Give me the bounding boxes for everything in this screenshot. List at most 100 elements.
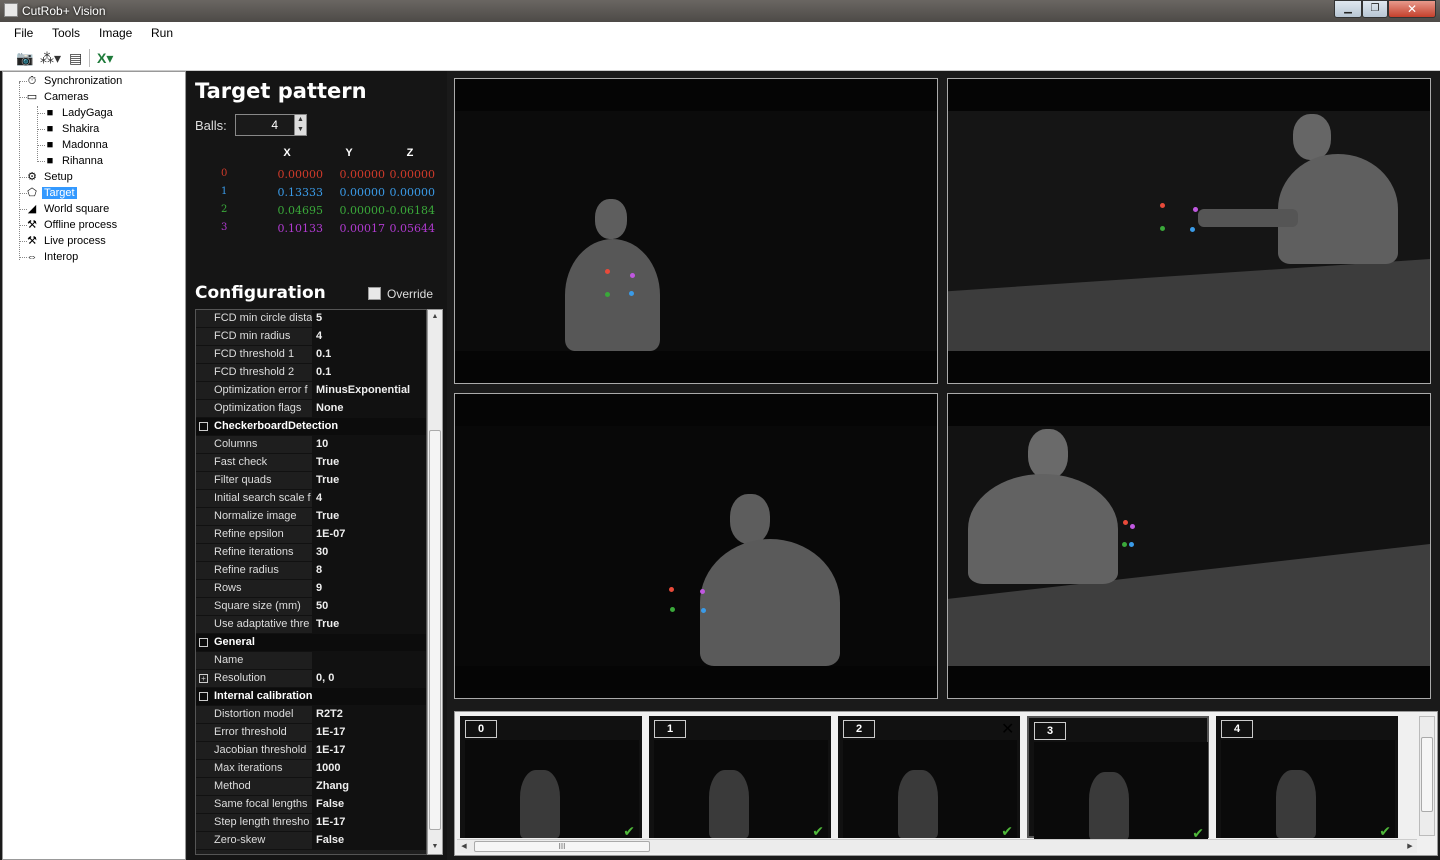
property-row[interactable]: Refine iterations 30 — [196, 544, 426, 562]
property-row[interactable]: FCD threshold 2 0.1 — [196, 364, 426, 382]
property-value[interactable]: None — [312, 400, 426, 417]
property-value[interactable]: False — [312, 796, 426, 813]
property-row[interactable]: Resolution +0, 0 — [196, 670, 426, 688]
property-row[interactable]: Jacobian threshold 1E-17 — [196, 742, 426, 760]
property-row[interactable]: Same focal lengths False — [196, 796, 426, 814]
property-row[interactable]: FCD min circle dista 5 — [196, 310, 426, 328]
property-value[interactable]: 1E-17 — [312, 724, 426, 741]
property-row[interactable]: Max iterations 1000 — [196, 760, 426, 778]
property-row[interactable]: Refine epsilon 1E-07 — [196, 526, 426, 544]
coordinate-cell[interactable]: 0.00000 — [253, 168, 324, 181]
property-value[interactable]: 5 — [312, 310, 426, 327]
property-row[interactable]: Fast check True — [196, 454, 426, 472]
tree-item-offline-process[interactable]: ⚒ Offline process — [25, 217, 119, 233]
expand-toggle[interactable]: + — [199, 674, 208, 683]
frame-thumbnail[interactable]: ✔ 2 — [838, 716, 1020, 839]
property-row[interactable]: Error threshold 1E-17 — [196, 724, 426, 742]
property-row[interactable]: Method Zhang — [196, 778, 426, 796]
tree-item-setup[interactable]: ⚙ Setup — [25, 169, 75, 185]
property-value[interactable]: 1E-17 — [312, 742, 426, 759]
camera-view-1[interactable] — [454, 78, 938, 384]
tree-item-synchronization[interactable]: ⏱ Synchronization — [25, 73, 124, 89]
coordinate-cell[interactable]: 0.10133 — [253, 222, 324, 235]
property-row[interactable]: Normalize image True — [196, 508, 426, 526]
property-row[interactable]: Refine radius 8 — [196, 562, 426, 580]
minimize-button[interactable]: ▁ — [1334, 0, 1362, 18]
property-value[interactable]: 1E-07 — [312, 526, 426, 543]
property-category[interactable]: General — [196, 634, 426, 652]
property-value[interactable]: True — [312, 454, 426, 471]
tree-item-ladygaga[interactable]: ■ LadyGaga — [43, 105, 115, 121]
tree-item-madonna[interactable]: ■ Madonna — [43, 137, 110, 153]
balls-input[interactable]: 4 — [235, 114, 295, 136]
property-value[interactable]: True — [312, 616, 426, 633]
property-grid[interactable]: FCD min circle dista 5 FCD min radius 4 FCD … — [195, 309, 427, 855]
property-value[interactable]: Zhang — [312, 778, 426, 795]
collapse-toggle[interactable] — [199, 422, 208, 431]
menu-run[interactable]: Run — [151, 26, 173, 40]
property-row[interactable]: FCD threshold 1 0.1 — [196, 346, 426, 364]
collapse-toggle[interactable] — [199, 692, 208, 701]
property-category[interactable]: Internal calibration — [196, 688, 426, 706]
property-value[interactable]: True — [312, 472, 426, 489]
frame-thumbnail[interactable]: ✔ 3 — [1027, 716, 1209, 841]
property-value[interactable]: R2T2 — [312, 706, 426, 723]
camera-view-2[interactable] — [947, 78, 1431, 384]
property-category[interactable]: CheckerboardDetection — [196, 418, 426, 436]
tree-item-interop[interactable]: ⇔ Interop — [25, 249, 80, 265]
tree-item-cameras[interactable]: ▭ Cameras — [25, 89, 91, 105]
excel-icon[interactable]: X▾ — [97, 49, 113, 67]
close-button[interactable]: ✕ — [1388, 0, 1436, 18]
camera-icon[interactable]: 📷 — [16, 49, 33, 67]
menu-file[interactable]: File — [14, 26, 33, 40]
property-value[interactable]: 0.1 — [312, 364, 426, 381]
property-row[interactable]: Use adaptative thre True — [196, 616, 426, 634]
thumbnail-horizontal-scrollbar[interactable]: ◀ III ▶ — [457, 839, 1417, 853]
property-value[interactable]: 8 — [312, 562, 426, 579]
menu-tools[interactable]: Tools — [52, 26, 80, 40]
tree-item-world-square[interactable]: ◢ World square — [25, 201, 111, 217]
coordinate-cell[interactable]: 0.00000 — [365, 186, 436, 199]
remove-frame-icon[interactable]: ✕ — [1001, 719, 1014, 739]
frame-thumbnail[interactable]: ✔ 4 — [1216, 716, 1398, 839]
scroll-left-arrow[interactable]: ◀ — [457, 840, 471, 854]
property-value[interactable] — [312, 652, 426, 669]
property-row[interactable]: Name — [196, 652, 426, 670]
property-row[interactable]: Filter quads True — [196, 472, 426, 490]
scroll-up-arrow[interactable]: ▲ — [428, 310, 442, 324]
property-row[interactable]: Rows 9 — [196, 580, 426, 598]
nodes-icon[interactable]: ⁂▾ — [40, 49, 61, 67]
property-value[interactable]: 9 — [312, 580, 426, 597]
camera-view-4[interactable] — [947, 393, 1431, 699]
property-row[interactable]: Optimization error f MinusExponential — [196, 382, 426, 400]
maximize-button[interactable]: ❐ — [1362, 0, 1388, 18]
property-value[interactable]: 1000 — [312, 760, 426, 777]
camera-view-3[interactable] — [454, 393, 938, 699]
property-row[interactable]: Optimization flags None — [196, 400, 426, 418]
tree-item-target[interactable]: ⬠ Target — [25, 185, 77, 201]
film-icon[interactable]: ▤ — [69, 49, 82, 67]
property-grid-scrollbar[interactable]: ▲ ▼ — [427, 309, 443, 855]
coordinate-cell[interactable]: -0.06184 — [365, 204, 435, 217]
collapse-toggle[interactable] — [199, 638, 208, 647]
property-value[interactable]: 0.1 — [312, 346, 426, 363]
balls-stepper[interactable]: ▲ ▼ — [294, 114, 307, 136]
menu-image[interactable]: Image — [99, 26, 132, 40]
property-row[interactable]: Initial search scale f4 — [196, 490, 426, 508]
coordinate-cell[interactable]: 0.00000 — [365, 168, 436, 181]
property-value[interactable]: 4 — [312, 328, 426, 345]
scroll-down-arrow[interactable]: ▼ — [428, 840, 442, 854]
tree-item-live-process[interactable]: ⚒ Live process — [25, 233, 108, 249]
property-value[interactable]: False — [312, 832, 426, 849]
property-row[interactable]: Columns 10 — [196, 436, 426, 454]
frame-thumbnail[interactable]: ✔ 0 — [460, 716, 642, 839]
property-value[interactable]: 10 — [312, 436, 426, 453]
property-row[interactable]: Zero-skew False — [196, 832, 426, 850]
tree-item-shakira[interactable]: ■ Shakira — [43, 121, 101, 137]
thumbnail-vertical-scrollbar[interactable] — [1419, 716, 1435, 836]
tree-item-rihanna[interactable]: ■ Rihanna — [43, 153, 105, 169]
property-value[interactable]: MinusExponential — [312, 382, 426, 399]
property-value[interactable]: True — [312, 508, 426, 525]
property-value[interactable]: 50 — [312, 598, 426, 615]
property-row[interactable]: Square size (mm) 50 — [196, 598, 426, 616]
